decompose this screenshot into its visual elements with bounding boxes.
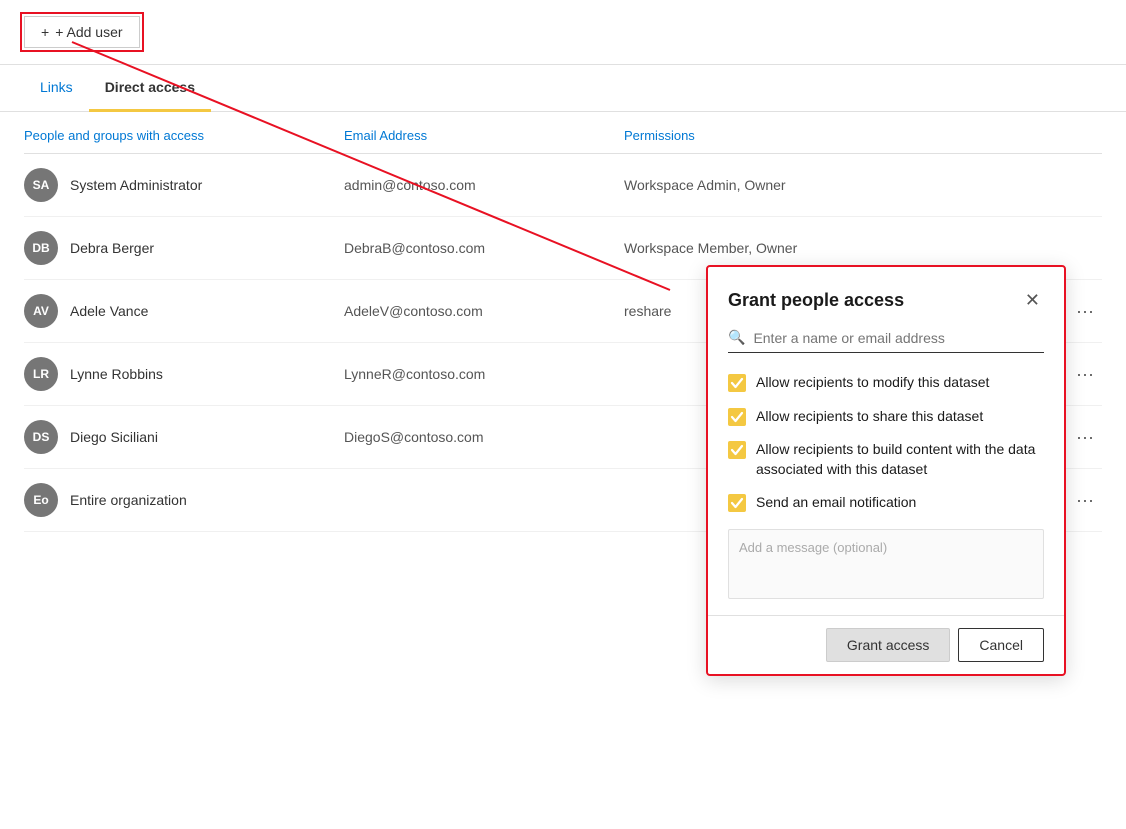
permissions-cell: Workspace Member, Owner [624,240,1102,256]
email-cell: LynneR@contoso.com [344,366,624,382]
checkbox-share-label: Allow recipients to share this dataset [756,407,983,427]
message-textarea[interactable]: Add a message (optional) [728,529,1044,599]
checkbox-build-label: Allow recipients to build content with t… [756,440,1044,479]
page-container: + + Add user Links Direct access People … [0,0,1126,829]
tabs-container: Links Direct access [0,65,1126,112]
person-cell: AV Adele Vance [24,294,344,328]
grant-access-button[interactable]: Grant access [826,628,950,662]
table-row: SA System Administrator admin@contoso.co… [24,154,1102,217]
checkbox-item: Allow recipients to share this dataset [728,407,1044,427]
person-cell: LR Lynne Robbins [24,357,344,391]
avatar: DS [24,420,58,454]
person-cell: DB Debra Berger [24,231,344,265]
email-cell: AdeleV@contoso.com [344,303,624,319]
avatar: Eo [24,483,58,517]
permissions-text: Workspace Member, Owner [624,240,797,256]
col-header-people: People and groups with access [24,128,344,143]
checkbox-item: Send an email notification [728,493,1044,513]
avatar: DB [24,231,58,265]
plus-icon: + [41,24,49,40]
permissions-text: Workspace Admin, Owner [624,177,786,193]
person-name: Entire organization [70,492,187,508]
person-cell: DS Diego Siciliani [24,420,344,454]
modal-footer: Grant access Cancel [708,615,1064,674]
checkbox-email-icon[interactable] [728,494,746,512]
search-icon: 🔍 [728,329,745,346]
checkbox-item: Allow recipients to modify this dataset [728,373,1044,393]
avatar: LR [24,357,58,391]
checkbox-list: Allow recipients to modify this dataset … [708,369,1064,529]
checkbox-modify-label: Allow recipients to modify this dataset [756,373,989,393]
person-name: Diego Siciliani [70,429,158,445]
search-box: 🔍 [728,329,1044,353]
modal-header: Grant people access ✕ [708,267,1064,329]
grant-access-modal: Grant people access ✕ 🔍 Allow recipients… [706,265,1066,676]
col-header-permissions: Permissions [624,128,1102,143]
checkbox-modify-icon[interactable] [728,374,746,392]
more-options-button[interactable]: ··· [1068,424,1102,450]
close-icon: ✕ [1025,291,1040,309]
table-header: People and groups with access Email Addr… [24,112,1102,154]
avatar: AV [24,294,58,328]
more-options-button[interactable]: ··· [1068,487,1102,513]
col-header-email: Email Address [344,128,624,143]
add-user-button[interactable]: + + Add user [24,16,140,48]
email-cell: DebraB@contoso.com [344,240,624,256]
avatar: SA [24,168,58,202]
more-options-button[interactable]: ··· [1068,361,1102,387]
email-cell: admin@contoso.com [344,177,624,193]
email-cell: DiegoS@contoso.com [344,429,624,445]
tab-direct-access[interactable]: Direct access [89,65,211,112]
person-cell: Eo Entire organization [24,483,344,517]
person-name: Lynne Robbins [70,366,163,382]
checkbox-item: Allow recipients to build content with t… [728,440,1044,479]
cancel-button[interactable]: Cancel [958,628,1044,662]
more-options-button[interactable]: ··· [1068,298,1102,324]
top-bar: + + Add user [0,0,1126,65]
close-button[interactable]: ✕ [1021,287,1044,313]
person-cell: SA System Administrator [24,168,344,202]
modal-title: Grant people access [728,290,904,311]
permissions-cell: Workspace Admin, Owner [624,177,1102,193]
checkbox-build-icon[interactable] [728,441,746,459]
search-input[interactable] [753,330,1044,346]
add-user-label: + Add user [55,24,122,40]
checkbox-share-icon[interactable] [728,408,746,426]
person-name: System Administrator [70,177,202,193]
person-name: Adele Vance [70,303,148,319]
tab-links[interactable]: Links [24,65,89,112]
checkbox-email-label: Send an email notification [756,493,916,513]
permissions-text: reshare [624,303,671,319]
person-name: Debra Berger [70,240,154,256]
